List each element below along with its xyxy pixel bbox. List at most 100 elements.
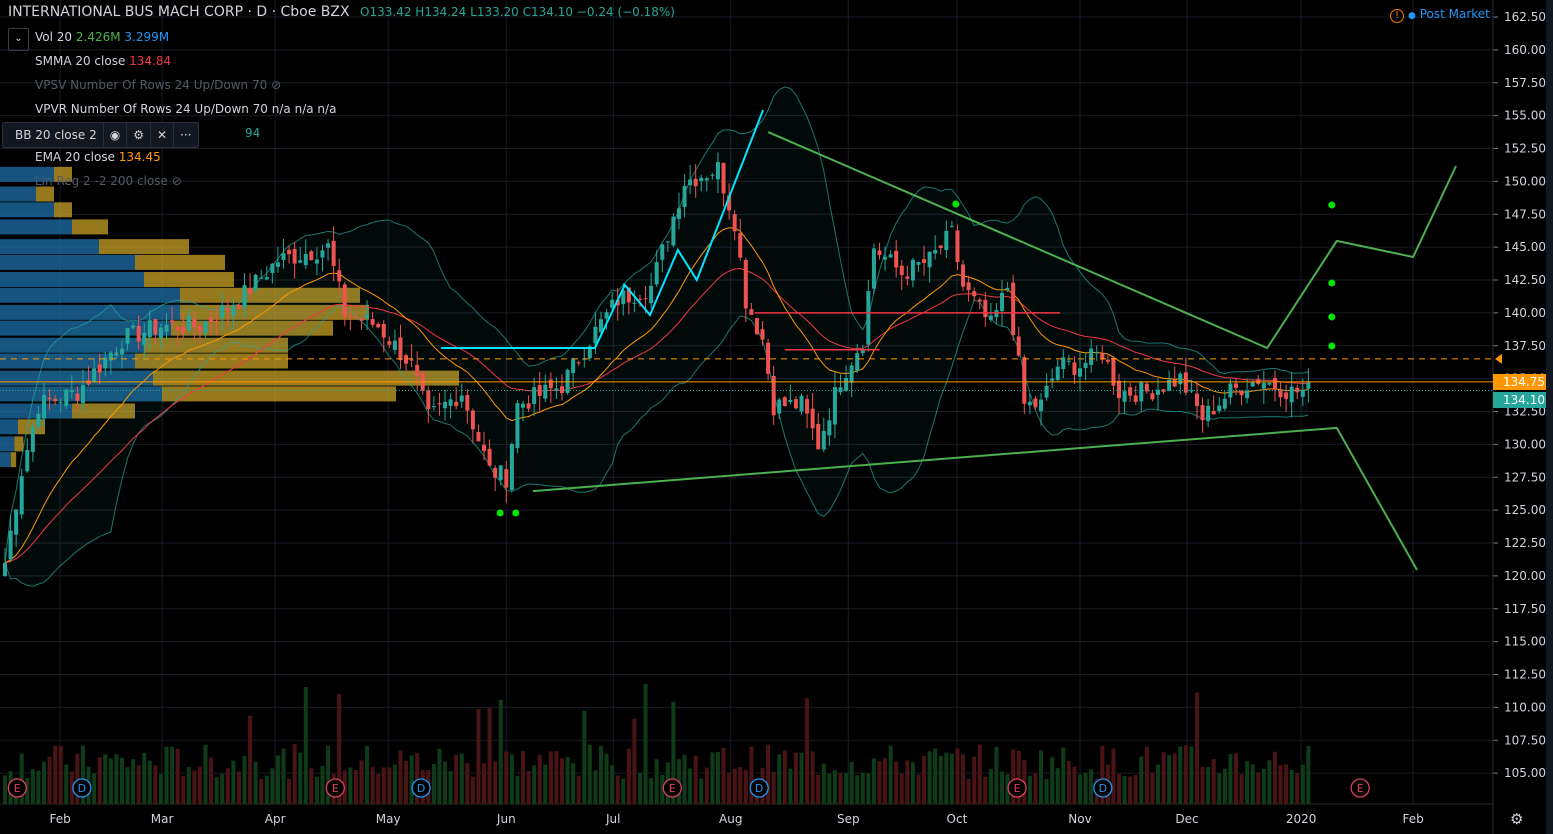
price-chart[interactable]: 162.50 160.00 157.50 155.00 152.50 150.00 147.… [0, 0, 1553, 834]
indicator-volume[interactable]: Vol 20 2.426M 3.299M [35, 30, 169, 44]
candle-body [944, 230, 949, 250]
volume-bar [320, 766, 325, 804]
indicator-label: VPVR Number Of Rows 24 Up/Down 70 [35, 102, 268, 116]
time-tick-label: May [376, 812, 401, 826]
volume-bar [1150, 772, 1155, 804]
scrollbar[interactable] [1546, 0, 1553, 834]
indicator-value: 134.45 [118, 150, 161, 164]
earnings-marker[interactable]: E [7, 778, 27, 798]
volume-bar [643, 684, 648, 804]
candle-body [654, 262, 659, 285]
volume-bar [465, 763, 470, 804]
price-tick-label: 105.00 [1504, 766, 1546, 780]
candle-body [849, 365, 854, 383]
bollinger-fill [5, 86, 1309, 587]
eye-icon[interactable]: ◉ [104, 123, 128, 147]
indicator-bb-toolbar[interactable]: BB 20 close 2 ◉ ⚙ ✕ ··· [2, 122, 199, 148]
volume-bar [398, 750, 403, 804]
candle-body [431, 406, 436, 408]
volume-bar [1161, 752, 1166, 804]
dot-icon: ● [1408, 11, 1416, 21]
volume-bar [3, 775, 7, 804]
candle-body [1039, 399, 1044, 412]
volume-bar [1178, 746, 1183, 804]
earnings-marker[interactable]: E [325, 778, 345, 798]
candle-body [281, 253, 286, 261]
dividend-marker[interactable]: D [72, 778, 92, 798]
volume-bar [994, 746, 999, 804]
candle-body [788, 399, 793, 402]
candle-body [816, 423, 821, 450]
candle-body [632, 302, 637, 304]
candle-body [1267, 382, 1272, 385]
candle-body [220, 305, 225, 318]
indicator-smma[interactable]: SMMA 20 close 134.84 [35, 54, 171, 68]
indicator-vpvr[interactable]: VPVR Number Of Rows 24 Up/Down 70 n/a n/… [35, 102, 336, 116]
earnings-marker[interactable]: E [662, 778, 682, 798]
collapse-legend-button[interactable]: ⌄ [8, 28, 29, 51]
candle-body [119, 348, 124, 355]
indicator-linreg[interactable]: Lin Reg 2 -2 200 close ⊘ [35, 174, 182, 188]
volume-bar [509, 754, 514, 804]
volume-bar [1167, 754, 1172, 804]
candle-body [688, 179, 693, 186]
candle-body [710, 174, 715, 176]
price-tick-label: 112.50 [1504, 668, 1546, 682]
candle-body [916, 262, 921, 265]
volume-bar [64, 764, 69, 804]
volume-bar [459, 753, 464, 804]
candle-body [1083, 362, 1088, 369]
volume-bar [1122, 776, 1127, 804]
indicator-label: VPSV Number Of Rows 24 Up/Down 70 [35, 78, 268, 92]
volume-bar [1183, 745, 1188, 804]
candle [871, 243, 876, 295]
candle-body [905, 276, 910, 279]
time-tick-label: Jul [605, 812, 620, 826]
volume-bar [1222, 768, 1227, 804]
volume-bar [170, 746, 175, 804]
dividend-marker[interactable]: D [749, 778, 769, 798]
earnings-marker[interactable]: E [1007, 778, 1027, 798]
volume-bar [855, 775, 860, 804]
post-market-status[interactable]: ! ● Post Market [1390, 7, 1490, 23]
volume-bar [582, 710, 587, 804]
earnings-marker[interactable]: E [1350, 778, 1370, 798]
dividend-marker[interactable]: D [1093, 778, 1113, 798]
volume-bar [231, 760, 236, 804]
volume-bar [894, 761, 899, 804]
candle-body [1027, 401, 1032, 406]
close-icon[interactable]: ✕ [151, 123, 175, 147]
candle-body [415, 364, 420, 376]
hidden-eye-icon[interactable]: ⊘ [172, 174, 182, 188]
volume-bar [933, 748, 938, 804]
candle-body [298, 260, 303, 263]
volume-bar [1267, 760, 1272, 804]
indicator-vpsv[interactable]: VPSV Number Of Rows 24 Up/Down 70 ⊘ [35, 78, 281, 92]
volume-bar [437, 748, 442, 804]
gear-icon[interactable]: ⚙ [127, 123, 151, 147]
candle-body [1284, 392, 1289, 399]
indicator-label: EMA 20 close [35, 150, 115, 164]
candle-body [1178, 373, 1183, 385]
hidden-eye-icon[interactable]: ⊘ [271, 78, 281, 92]
candle-body [565, 369, 570, 393]
indicator-ema[interactable]: EMA 20 close 134.45 [35, 150, 161, 164]
candle-body [699, 177, 704, 182]
trendline-lower [532, 426, 1418, 571]
settings-gear-icon[interactable]: ⚙ [1510, 810, 1523, 828]
volume-bar [242, 755, 247, 804]
time-tick-label: Feb [1402, 812, 1423, 826]
dividend-marker[interactable]: D [411, 778, 431, 798]
candle-body [326, 243, 331, 248]
volume-bar [348, 767, 353, 804]
symbol-title[interactable]: INTERNATIONAL BUS MACH CORP · D · Cboe B… [8, 4, 350, 20]
candle-body [604, 312, 609, 319]
more-icon[interactable]: ··· [174, 123, 197, 147]
volume-profile-up [0, 272, 144, 287]
candle-body [643, 298, 648, 300]
candle-body [855, 353, 860, 371]
volume-bar [1128, 776, 1133, 804]
volume-bar [905, 760, 910, 804]
volume-bar [203, 744, 208, 804]
volume-bar [114, 754, 119, 804]
